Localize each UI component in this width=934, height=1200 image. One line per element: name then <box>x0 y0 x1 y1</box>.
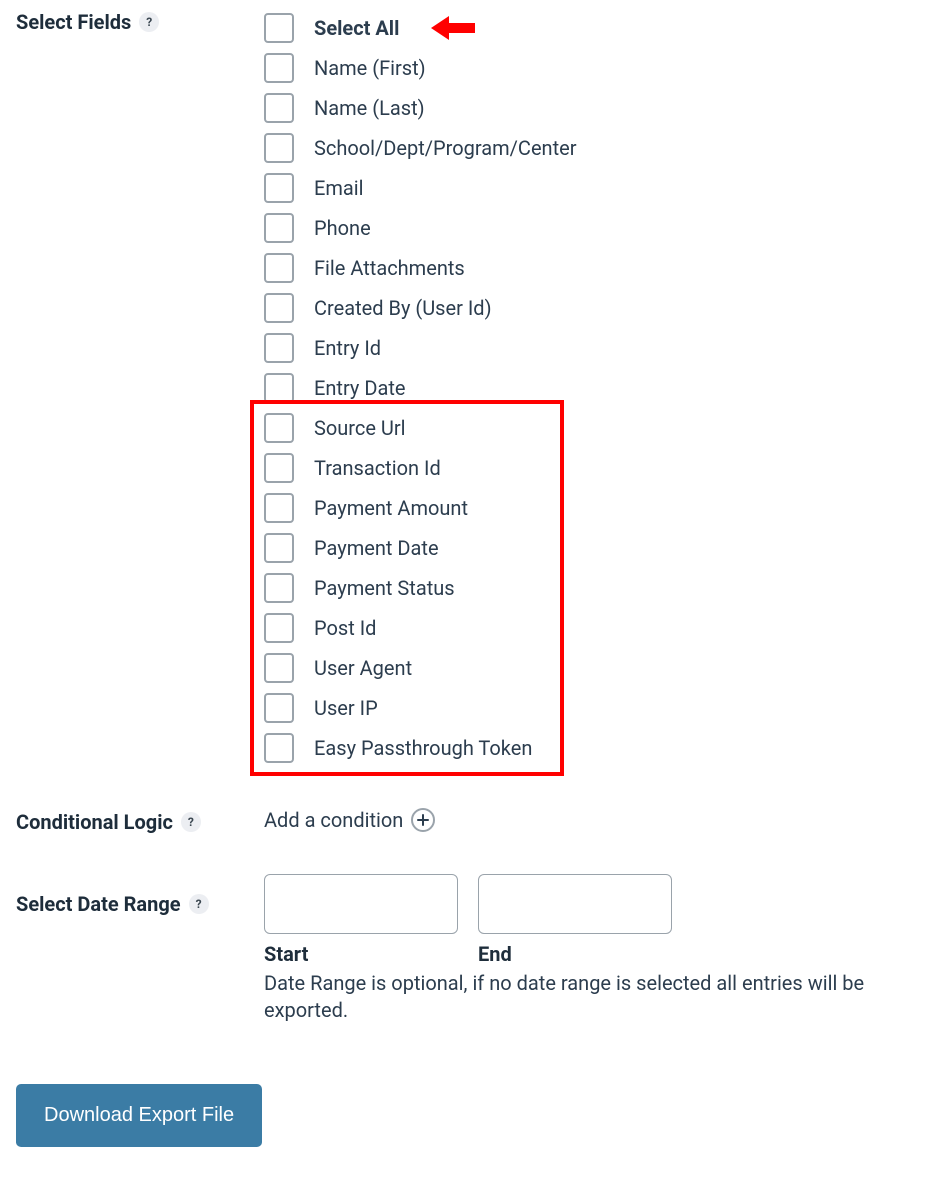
help-icon[interactable]: ? <box>181 812 201 832</box>
field-item: Created By (User Id) <box>264 288 918 328</box>
field-item: Payment Status <box>264 568 918 608</box>
label-col-date-range: Select Date Range ? <box>16 874 264 916</box>
field-item: Payment Date <box>264 528 918 568</box>
field-label: Payment Amount <box>314 496 468 520</box>
field-label: User IP <box>314 696 378 720</box>
date-range-content: Start End Date Range is optional, if no … <box>264 874 918 1024</box>
field-item: File Attachments <box>264 248 918 288</box>
field-checkbox[interactable] <box>264 173 294 203</box>
field-checkbox[interactable] <box>264 53 294 83</box>
fields-content: Select All Name (First) Name (Last) School/… <box>264 8 918 768</box>
select-fields-title: Select Fields <box>16 10 131 34</box>
field-checkbox[interactable] <box>264 13 294 43</box>
field-checkbox[interactable] <box>264 613 294 643</box>
field-item: Phone <box>264 208 918 248</box>
field-checkbox[interactable] <box>264 333 294 363</box>
field-item: Entry Date <box>264 368 918 408</box>
date-range-title: Select Date Range <box>16 892 181 916</box>
field-label: Name (First) <box>314 56 426 80</box>
date-start-label: Start <box>264 942 458 966</box>
field-checkbox[interactable] <box>264 533 294 563</box>
field-checkbox[interactable] <box>264 93 294 123</box>
field-checkbox[interactable] <box>264 293 294 323</box>
row-select-fields: Select Fields ? Select All Name (First) Na… <box>16 8 918 768</box>
date-range-note: Date Range is optional, if no date range… <box>264 970 904 1024</box>
field-checkbox[interactable] <box>264 373 294 403</box>
download-export-button[interactable]: Download Export File <box>16 1084 262 1147</box>
field-checkbox[interactable] <box>264 693 294 723</box>
field-item: User Agent <box>264 648 918 688</box>
add-condition-row: Add a condition <box>264 808 918 832</box>
field-checkbox[interactable] <box>264 653 294 683</box>
date-end-input[interactable] <box>478 874 672 934</box>
row-date-range: Select Date Range ? Start End Date Range… <box>16 874 918 1024</box>
field-label: Easy Passthrough Token <box>314 736 532 760</box>
field-checkbox[interactable] <box>264 213 294 243</box>
date-end-label: End <box>478 942 672 966</box>
field-checkbox[interactable] <box>264 733 294 763</box>
field-label: School/Dept/Program/Center <box>314 136 577 160</box>
arrow-left-icon <box>431 14 475 42</box>
field-checkbox[interactable] <box>264 453 294 483</box>
field-label: User Agent <box>314 656 412 680</box>
date-start-input[interactable] <box>264 874 458 934</box>
field-item: Name (Last) <box>264 88 918 128</box>
plus-icon <box>417 814 429 826</box>
field-item: Transaction Id <box>264 448 918 488</box>
conditional-logic-title: Conditional Logic <box>16 810 173 834</box>
field-label: Post Id <box>314 616 376 640</box>
export-form: Select Fields ? Select All Name (First) Na… <box>0 0 934 1187</box>
field-label: Transaction Id <box>314 456 441 480</box>
field-label: Source Url <box>314 416 406 440</box>
field-item: Payment Amount <box>264 488 918 528</box>
field-label: Phone <box>314 216 371 240</box>
field-checkbox[interactable] <box>264 253 294 283</box>
field-item: User IP <box>264 688 918 728</box>
field-label: Entry Id <box>314 336 381 360</box>
date-end-group: End <box>478 874 672 966</box>
row-conditional-logic: Conditional Logic ? Add a condition <box>16 808 918 834</box>
date-start-group: Start <box>264 874 458 966</box>
field-item: Name (First) <box>264 48 918 88</box>
help-icon[interactable]: ? <box>189 894 209 914</box>
label-col-conditional-logic: Conditional Logic ? <box>16 808 264 834</box>
field-label: Name (Last) <box>314 96 425 120</box>
field-label: File Attachments <box>314 256 465 280</box>
field-label: Payment Date <box>314 536 439 560</box>
field-item: Entry Id <box>264 328 918 368</box>
fields-list: Select All Name (First) Name (Last) School/… <box>264 8 918 768</box>
field-item: Post Id <box>264 608 918 648</box>
date-inputs: Start End <box>264 874 918 966</box>
field-item: Easy Passthrough Token <box>264 728 918 768</box>
add-condition-button[interactable] <box>411 808 435 832</box>
field-label: Select All <box>314 16 399 40</box>
field-item: Select All <box>264 8 918 48</box>
label-col-select-fields: Select Fields ? <box>16 8 264 34</box>
field-label: Created By (User Id) <box>314 296 492 320</box>
add-condition-label: Add a condition <box>264 808 403 832</box>
field-item: School/Dept/Program/Center <box>264 128 918 168</box>
field-checkbox[interactable] <box>264 413 294 443</box>
field-checkbox[interactable] <box>264 133 294 163</box>
field-checkbox[interactable] <box>264 493 294 523</box>
field-label: Entry Date <box>314 376 405 400</box>
help-icon[interactable]: ? <box>139 12 159 32</box>
field-checkbox[interactable] <box>264 573 294 603</box>
field-item: Source Url <box>264 408 918 448</box>
field-label: Payment Status <box>314 576 455 600</box>
conditional-logic-content: Add a condition <box>264 808 918 832</box>
field-item: Email <box>264 168 918 208</box>
field-label: Email <box>314 176 364 200</box>
